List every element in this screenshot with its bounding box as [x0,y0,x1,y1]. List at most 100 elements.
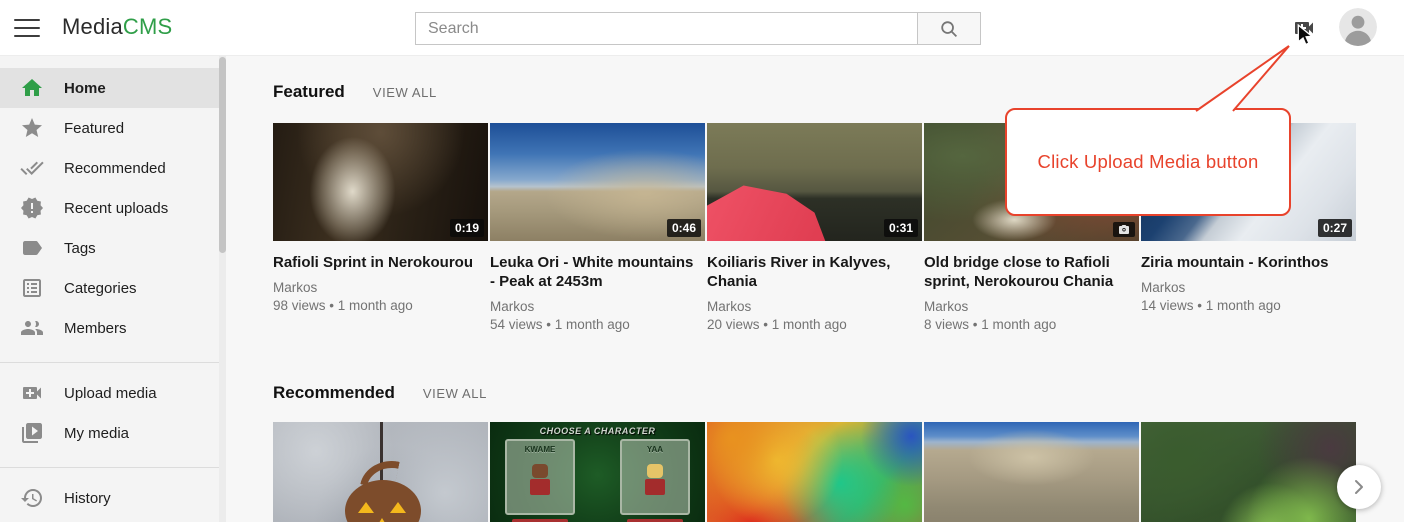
app-logo[interactable]: MediaCMS [62,14,172,40]
video-thumbnail[interactable] [1141,422,1356,522]
game-character-panel: KWAME [505,439,575,515]
sidebar-item-tags[interactable]: Tags [0,228,226,268]
duration-badge: 0:46 [667,219,701,237]
thumbnail-art [374,518,390,522]
people-icon [20,316,44,340]
chevron-right-icon [1350,478,1368,496]
hamburger-menu-icon[interactable] [14,17,40,39]
sidebar-item-label: Categories [64,280,137,297]
video-title[interactable]: Rafioli Sprint in Nerokourou [273,253,482,272]
search-icon [939,19,959,39]
sidebar-item-label: Recommended [64,160,166,177]
video-title[interactable]: Ziria mountain - Korinthos [1141,253,1350,272]
star-icon [20,116,44,140]
video-thumbnail[interactable] [273,422,488,522]
section-title: Featured [273,82,345,102]
logo-text-media: Media [62,14,123,39]
video-thumbnail[interactable]: CHOOSE A CHARACTER KWAME YAA Selected Se… [490,422,705,522]
video-library-icon [20,421,44,445]
video-author[interactable]: Markos [707,299,916,314]
search-button[interactable] [918,12,981,45]
video-author[interactable]: Markos [273,280,482,295]
sidebar-item-recent-uploads[interactable]: Recent uploads [0,188,226,228]
video-card [273,422,488,522]
home-icon [20,76,44,100]
video-meta: 8 views • 1 month ago [924,317,1133,332]
video-author[interactable]: Markos [490,299,699,314]
video-meta: 98 views • 1 month ago [273,298,482,313]
game-character-name: YAA [622,445,688,454]
sidebar-nav: Home Featured Recommended Recent uploads [0,56,226,518]
video-thumbnail[interactable]: 0:19 [273,123,488,241]
video-meta: 54 views • 1 month ago [490,317,699,332]
search-bar [415,12,981,45]
search-input[interactable] [415,12,918,45]
sidebar-divider [0,362,226,363]
duration-badge: 0:19 [450,219,484,237]
video-thumbnail[interactable]: 0:31 [707,123,922,241]
user-avatar[interactable] [1339,8,1377,46]
video-author[interactable]: Markos [1141,280,1350,295]
video-title[interactable]: Old bridge close to Rafioli sprint, Nero… [924,253,1133,291]
annotation-text: Click Upload Media button [1038,151,1259,173]
video-title[interactable]: Leuka Ori - White mountains - Peak at 24… [490,253,699,291]
sidebar-item-categories[interactable]: Categories [0,268,226,308]
game-character-sprite [529,464,551,498]
sidebar-item-label: Recent uploads [64,200,168,217]
sidebar-item-upload-media[interactable]: Upload media [0,373,226,413]
carousel-next-button[interactable] [1337,465,1381,509]
duration-badge: 0:27 [1318,219,1352,237]
game-heading: CHOOSE A CHARACTER [490,426,705,436]
history-icon [20,486,44,510]
video-thumbnail[interactable]: 0:46 [490,123,705,241]
annotation-callout: Click Upload Media button [1005,108,1291,216]
thumbnail-art [390,502,406,513]
logo-text-cms: CMS [123,14,173,39]
sidebar-item-recommended[interactable]: Recommended [0,148,226,188]
featured-section-header: Featured VIEW ALL [273,82,1404,102]
categories-icon [20,276,44,300]
sidebar-item-featured[interactable]: Featured [0,108,226,148]
video-card: 0:19 Rafioli Sprint in Nerokourou Markos… [273,123,488,345]
sidebar-divider [0,467,226,468]
upload-media-icon [20,381,44,405]
featured-view-all-link[interactable]: VIEW ALL [373,85,437,100]
sidebar: Home Featured Recommended Recent uploads [0,56,226,522]
game-character-panel: YAA [620,439,690,515]
sidebar-scrollbar-track[interactable] [219,56,226,522]
thumbnail-art [358,502,374,513]
video-author[interactable]: Markos [924,299,1133,314]
video-title[interactable]: Koiliaris River in Kalyves, Chania [707,253,916,291]
game-character-name: KWAME [507,445,573,454]
sidebar-item-members[interactable]: Members [0,308,226,348]
video-card: 0:31 Koiliaris River in Kalyves, Chania … [707,123,922,345]
video-thumbnail[interactable] [924,422,1139,522]
photo-badge [1113,222,1135,237]
sidebar-item-history[interactable]: History [0,478,226,518]
sidebar-item-label: Home [64,80,106,97]
video-call-icon [1291,16,1317,40]
duration-badge: 0:31 [884,219,918,237]
video-card [1141,422,1356,522]
sidebar-scrollbar-thumb[interactable] [219,57,226,253]
recommended-view-all-link[interactable]: VIEW ALL [423,386,487,401]
section-title: Recommended [273,383,395,403]
sidebar-item-label: Tags [64,240,96,257]
video-thumbnail[interactable] [707,422,922,522]
sidebar-item-my-media[interactable]: My media [0,413,226,453]
camera-icon [1117,224,1131,236]
video-card: CHOOSE A CHARACTER KWAME YAA Selected Se… [490,422,705,522]
top-bar: MediaCMS [0,0,1404,56]
sidebar-item-label: Members [64,320,127,337]
video-card [707,422,922,522]
sidebar-item-home[interactable]: Home [0,68,226,108]
video-card [924,422,1139,522]
recommended-section-header: Recommended VIEW ALL [273,383,1404,403]
upload-media-button[interactable] [1291,16,1317,40]
recommended-videos-row: CHOOSE A CHARACTER KWAME YAA Selected Se… [273,422,1404,522]
sidebar-item-label: History [64,490,111,507]
person-icon [1339,8,1377,46]
video-meta: 14 views • 1 month ago [1141,298,1350,313]
game-character-sprite [644,464,666,498]
new-releases-icon [20,196,44,220]
